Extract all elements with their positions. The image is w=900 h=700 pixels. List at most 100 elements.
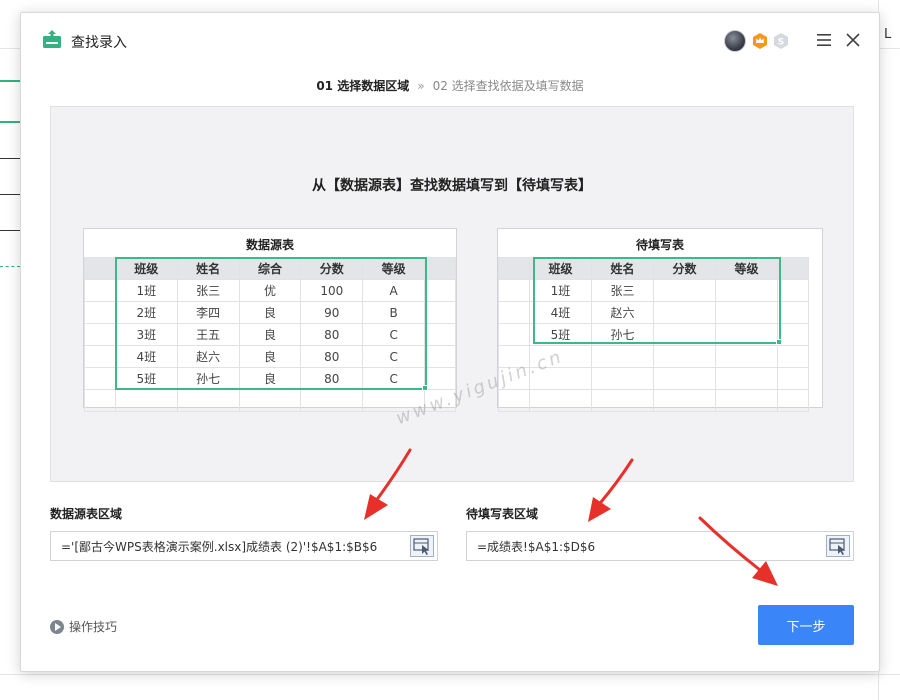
cell-border xyxy=(0,194,20,195)
source-table-title: 数据源表 xyxy=(245,238,294,252)
table-cell xyxy=(424,323,456,346)
column-header-l[interactable]: L xyxy=(884,27,891,42)
source-range-field xyxy=(50,531,438,561)
table-cell xyxy=(424,257,456,280)
source-range-picker-button[interactable] xyxy=(410,535,434,557)
operation-tips-link[interactable]: 操作技巧 xyxy=(50,618,117,635)
table-cell: 80 xyxy=(300,323,364,346)
table-cell: C xyxy=(362,323,426,346)
table-header-cell: 分数 xyxy=(300,257,364,280)
dialog-titlebar: 查找录入 S xyxy=(21,13,879,67)
table-cell xyxy=(176,389,240,412)
source-range-label: 数据源表区域 xyxy=(50,507,123,521)
dialog-title: 查找录入 xyxy=(71,35,127,51)
cell-border xyxy=(0,158,20,159)
table-header-cell: 姓名 xyxy=(591,257,654,280)
menu-icon[interactable] xyxy=(816,33,832,47)
table-cell: 张三 xyxy=(591,279,654,302)
table-cell xyxy=(84,257,116,280)
table-header-row: 班级 姓名 综合 分数 等级 xyxy=(84,257,456,280)
table-cell: B xyxy=(362,301,426,324)
table-cell xyxy=(300,389,364,412)
table-cell xyxy=(424,301,456,324)
table-cell: 80 xyxy=(300,367,364,390)
table-cell xyxy=(424,345,456,368)
cell-border xyxy=(0,230,20,231)
table-header-cell: 等级 xyxy=(715,257,778,280)
vip-crown-icon[interactable] xyxy=(751,32,769,50)
table-header-cell: 班级 xyxy=(114,257,178,280)
table-cell xyxy=(777,257,809,280)
selection-handle xyxy=(422,385,428,391)
table-cell: 2班 xyxy=(114,301,178,324)
step-1-label[interactable]: 01 选择数据区域 xyxy=(316,79,409,93)
target-range-input[interactable] xyxy=(467,532,853,560)
table-cell xyxy=(715,301,778,324)
illustration-panel: 从【数据源表】查找数据填写到【待填写表】 数据源表 班级 姓名 综合 分数 等级… xyxy=(50,106,854,482)
table-cell xyxy=(715,345,778,368)
table-cell: 王五 xyxy=(176,323,240,346)
lookup-entry-app-icon xyxy=(43,30,61,48)
selection-marker xyxy=(0,80,20,82)
table-header-cell: 姓名 xyxy=(176,257,240,280)
table-cell: 孙七 xyxy=(176,367,240,390)
table-header-cell: 班级 xyxy=(529,257,592,280)
table-cell: 良 xyxy=(238,345,302,368)
table-cell xyxy=(715,367,778,390)
table-cell xyxy=(715,279,778,302)
step-indicator: 01 选择数据区域 » 02 选择查找依据及填写数据 xyxy=(21,77,879,94)
table-cell: 李四 xyxy=(176,301,240,324)
table-cell xyxy=(591,345,654,368)
close-icon[interactable] xyxy=(845,32,861,48)
table-row: 4班 赵六 良 80 C xyxy=(84,345,456,368)
table-cell: 80 xyxy=(300,345,364,368)
table-cell xyxy=(653,367,716,390)
table-cell xyxy=(498,279,530,302)
table-cell xyxy=(653,279,716,302)
range-select-icon xyxy=(829,538,846,555)
table-cell xyxy=(498,257,530,280)
table-header-cell: 等级 xyxy=(362,257,426,280)
table-cell: C xyxy=(362,345,426,368)
illustration-heading: 从【数据源表】查找数据填写到【待填写表】 xyxy=(312,178,592,194)
table-cell: 5班 xyxy=(114,367,178,390)
lookup-entry-dialog: 查找录入 S 01 选择数据区域 » 02 选择查找依据及填写数据 从【数据源表】查… xyxy=(20,12,880,672)
table-cell xyxy=(84,345,116,368)
table-cell: 4班 xyxy=(529,301,592,324)
table-cell: 100 xyxy=(300,279,364,302)
source-table-illustration: 数据源表 班级 姓名 综合 分数 等级 1班 张三 优 100 A 2班 李四 … xyxy=(83,228,457,412)
super-member-icon[interactable]: S xyxy=(772,32,790,50)
table-cell xyxy=(653,323,716,346)
table-row: 4班 赵六 xyxy=(498,301,809,324)
table-row: 1班 张三 优 100 A xyxy=(84,279,456,302)
table-cell: 良 xyxy=(238,367,302,390)
play-icon xyxy=(50,620,64,634)
source-range-input[interactable] xyxy=(51,532,437,560)
table-cell: C xyxy=(362,367,426,390)
table-cell xyxy=(777,279,809,302)
target-range-picker-button[interactable] xyxy=(826,535,850,557)
table-cell: 5班 xyxy=(529,323,592,346)
table-cell: 1班 xyxy=(114,279,178,302)
table-cell xyxy=(114,389,178,412)
table-header-cell: 综合 xyxy=(238,257,302,280)
table-cell xyxy=(777,301,809,324)
target-table-illustration: 待填写表 班级 姓名 分数 等级 1班 张三 4班 赵六 5班 孙七 xyxy=(497,228,823,412)
next-step-button[interactable]: 下一步 xyxy=(758,605,854,645)
step-2-label[interactable]: 02 选择查找依据及填写数据 xyxy=(433,79,584,93)
table-cell xyxy=(777,389,809,412)
table-header-cell: 分数 xyxy=(653,257,716,280)
table-cell: 3班 xyxy=(114,323,178,346)
table-cell xyxy=(777,367,809,390)
table-cell xyxy=(715,389,778,412)
table-cell xyxy=(653,301,716,324)
table-cell xyxy=(653,345,716,368)
table-cell: 1班 xyxy=(529,279,592,302)
operation-tips-label: 操作技巧 xyxy=(69,620,118,634)
table-row: 5班 孙七 xyxy=(498,323,809,346)
grid-line xyxy=(0,674,900,675)
table-row: 5班 孙七 良 80 C xyxy=(84,367,456,390)
table-cell xyxy=(498,323,530,346)
table-cell xyxy=(591,367,654,390)
user-avatar[interactable] xyxy=(724,30,746,52)
